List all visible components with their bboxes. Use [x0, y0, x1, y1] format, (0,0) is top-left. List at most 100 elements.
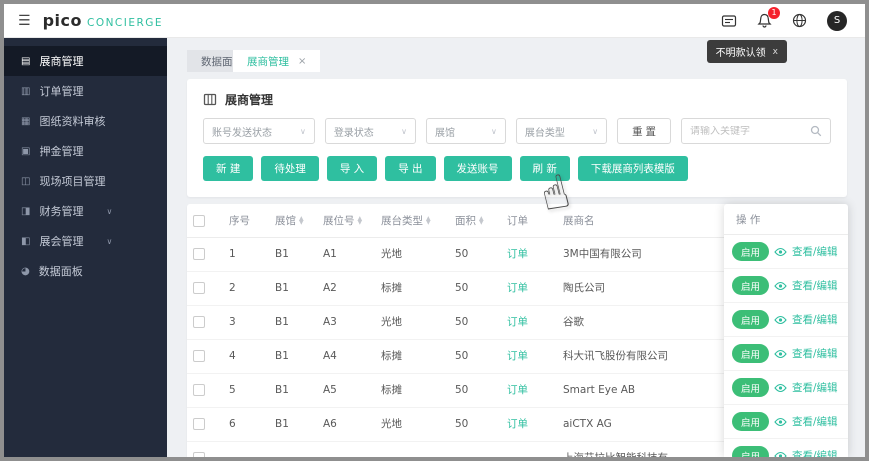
- filter-panel: 展商管理 账号发送状态 ∨ 登录状态 ∨ 展馆 ∨ 展台类型 ∨ 重 置 请输入…: [187, 79, 847, 197]
- sidebar-item-label: 展会管理: [39, 235, 84, 248]
- reset-button[interactable]: 重 置: [617, 118, 671, 144]
- chevron-down-icon: ∨: [592, 126, 599, 136]
- chevron-down-icon: ∨: [401, 126, 407, 136]
- row-actions: 启用 查看/编辑: [724, 303, 848, 337]
- operation-column: 操 作 启用 查看/编辑 启用 查看/编辑 启用 查看/编辑 启用 查看/编辑: [724, 204, 848, 457]
- row-checkbox[interactable]: [193, 384, 205, 396]
- send-account-button[interactable]: 发送账号: [443, 156, 512, 181]
- globe-icon[interactable]: [792, 13, 807, 28]
- tab-label: 展商管理: [247, 55, 289, 68]
- new-button[interactable]: 新 建: [203, 156, 254, 181]
- data-dashboard-icon: ◕: [21, 265, 30, 277]
- enable-button[interactable]: 启用: [732, 242, 770, 261]
- select-all-checkbox[interactable]: [193, 214, 205, 227]
- export-button[interactable]: 导 出: [385, 156, 436, 181]
- booth-type-select[interactable]: 展台类型 ∨: [515, 118, 608, 144]
- refresh-button[interactable]: 刷 新: [519, 156, 570, 181]
- row-checkbox[interactable]: [193, 452, 205, 457]
- chevron-down-icon: ∨: [106, 206, 113, 216]
- exhibitor-icon: ▤: [21, 55, 31, 67]
- order-link[interactable]: 订单: [507, 316, 528, 328]
- pending-button[interactable]: 待处理: [261, 156, 319, 181]
- avatar[interactable]: S: [827, 10, 847, 31]
- sidebar-item-label: 现场项目管理: [39, 175, 106, 188]
- logo-pico: pico: [42, 11, 82, 30]
- view-edit-link[interactable]: 查看/编辑: [792, 346, 838, 361]
- sidebar-item-label: 展商管理: [39, 55, 84, 68]
- sidebar-item-finance-management[interactable]: ◨ 财务管理 ∨: [4, 196, 167, 226]
- bell-icon[interactable]: 1: [757, 7, 780, 28]
- claim-tooltip[interactable]: 不明款认领 x: [706, 40, 787, 63]
- view-edit-link[interactable]: 查看/编辑: [792, 244, 838, 259]
- import-button[interactable]: 导 入: [326, 156, 378, 181]
- sidebar-item-order-management[interactable]: ▥ 订单管理: [4, 76, 167, 106]
- enable-button[interactable]: 启用: [732, 310, 770, 329]
- enable-button[interactable]: 启用: [732, 344, 770, 363]
- row-checkbox[interactable]: [193, 248, 205, 260]
- sort-icon[interactable]: ▲ ▼: [299, 216, 304, 226]
- row-actions: 启用 查看/编辑: [724, 405, 848, 439]
- view-edit-link[interactable]: 查看/编辑: [792, 312, 838, 327]
- row-checkbox[interactable]: [193, 350, 205, 362]
- sidebar-item-onsite-project[interactable]: ◫ 现场项目管理: [4, 166, 167, 196]
- sidebar-item-drawing-review[interactable]: ▦ 图纸资料审核: [4, 106, 167, 136]
- panel-title-row: 展商管理: [187, 79, 847, 118]
- enable-button[interactable]: 启用: [732, 412, 770, 431]
- search-input[interactable]: [690, 125, 804, 137]
- deposit-icon: ▣: [21, 145, 31, 157]
- row-actions: 启用 查看/编辑: [724, 439, 848, 457]
- finance-icon: ◨: [21, 205, 31, 217]
- eye-icon: [774, 281, 787, 291]
- drawing-review-icon: ▦: [21, 115, 31, 127]
- hall-select[interactable]: 展馆 ∨: [425, 118, 506, 144]
- enable-button[interactable]: 启用: [732, 446, 770, 457]
- order-link[interactable]: 订单: [507, 350, 528, 362]
- sidebar-item-data-dashboard[interactable]: ◕ 数据面板: [4, 256, 167, 286]
- eye-icon: [774, 315, 787, 325]
- onsite-project-icon: ◫: [21, 175, 31, 187]
- chevron-down-icon: ∨: [106, 236, 113, 246]
- sort-icon[interactable]: ▲ ▼: [358, 216, 363, 226]
- tooltip-close-icon[interactable]: x: [773, 47, 778, 57]
- eye-icon: [774, 451, 787, 457]
- search-icon: [810, 125, 822, 137]
- logo: pico CONCIERGE: [43, 11, 164, 30]
- order-link[interactable]: 订单: [507, 384, 528, 396]
- sort-icon[interactable]: ▲ ▼: [426, 216, 431, 226]
- main-content: 数据面板 展商管理 × 展商管理 账号发送状态 ∨ 登录状态 ∨ 展馆 ∨ 展台…: [167, 38, 865, 457]
- order-link[interactable]: 订单: [507, 248, 528, 260]
- row-checkbox[interactable]: [193, 282, 205, 294]
- sidebar-item-deposit-management[interactable]: ▣ 押金管理: [4, 136, 167, 166]
- enable-button[interactable]: 启用: [732, 276, 770, 295]
- enable-button[interactable]: 启用: [732, 378, 770, 397]
- row-checkbox[interactable]: [193, 418, 205, 430]
- view-edit-link[interactable]: 查看/编辑: [792, 278, 838, 293]
- filter-row: 账号发送状态 ∨ 登录状态 ∨ 展馆 ∨ 展台类型 ∨ 重 置: [187, 118, 847, 144]
- topbar-icons: 1 S: [721, 7, 865, 31]
- view-edit-link[interactable]: 查看/编辑: [792, 380, 838, 395]
- row-checkbox[interactable]: [193, 316, 205, 328]
- sort-icon[interactable]: ▲ ▼: [479, 216, 484, 226]
- eye-icon: [774, 417, 787, 427]
- login-status-select[interactable]: 登录状态 ∨: [324, 118, 416, 144]
- eye-icon: [774, 383, 787, 393]
- claim-list-icon[interactable]: [721, 14, 737, 28]
- account-send-status-select[interactable]: 账号发送状态 ∨: [203, 118, 315, 144]
- row-actions: 启用 查看/编辑: [724, 235, 848, 269]
- eye-icon: [774, 247, 787, 257]
- sidebar-item-exhibition-management[interactable]: ◧ 展会管理 ∨: [4, 226, 167, 256]
- menu-icon[interactable]: ☰: [4, 13, 43, 29]
- order-link[interactable]: 订单: [507, 282, 528, 294]
- tab-close-icon[interactable]: ×: [298, 56, 306, 67]
- chevron-down-icon: ∨: [299, 126, 306, 136]
- logo-concierge: CONCIERGE: [86, 17, 164, 29]
- tab-exhibitor-management[interactable]: 展商管理 ×: [233, 50, 321, 72]
- order-icon: ▥: [21, 85, 31, 97]
- view-edit-link[interactable]: 查看/编辑: [792, 448, 838, 457]
- sidebar-item-label: 订单管理: [39, 85, 84, 98]
- sidebar-item-label: 押金管理: [39, 145, 84, 158]
- download-template-button[interactable]: 下载展商列表模版: [577, 156, 688, 181]
- order-link[interactable]: 订单: [507, 418, 528, 430]
- view-edit-link[interactable]: 查看/编辑: [792, 414, 838, 429]
- sidebar-item-exhibitor-management[interactable]: ▤ 展商管理: [4, 46, 167, 76]
